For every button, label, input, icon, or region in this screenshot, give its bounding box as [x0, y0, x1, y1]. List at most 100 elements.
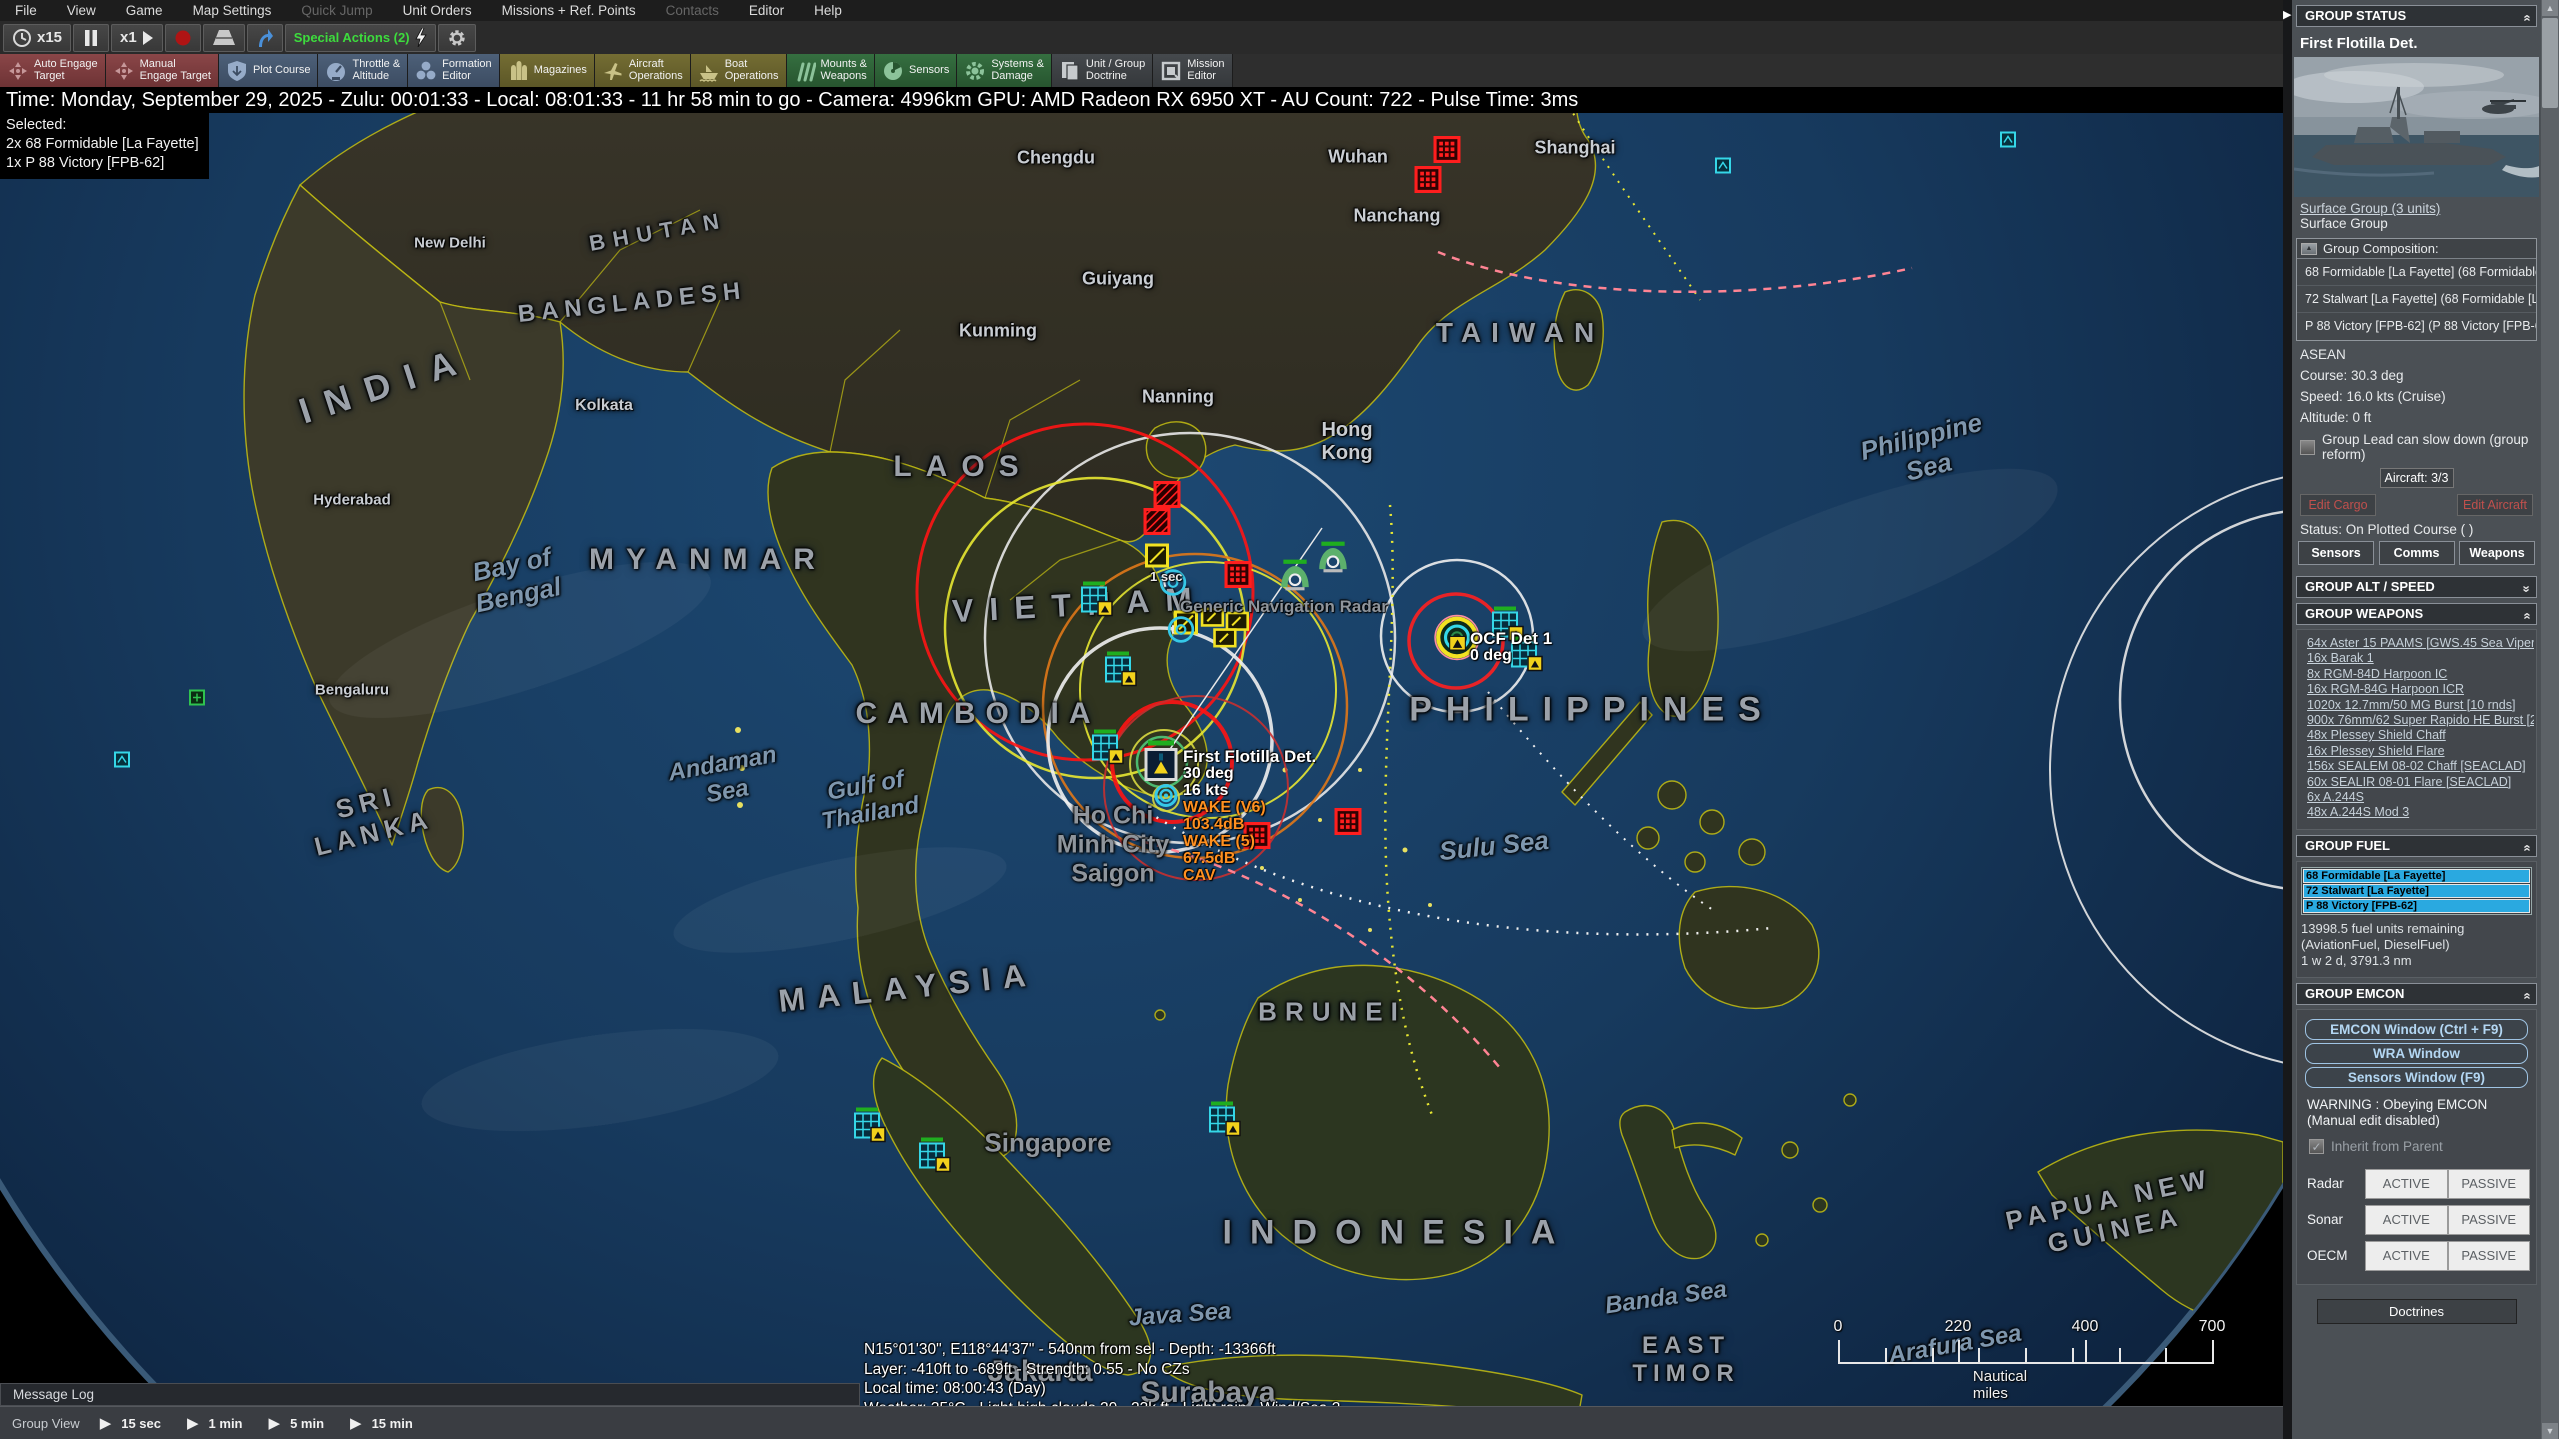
emcon-passive-button[interactable]: PASSIVE — [2448, 1241, 2530, 1271]
formation-editor-button[interactable]: Formation Editor — [408, 54, 500, 87]
tab-sensors-button[interactable]: Sensors — [2298, 541, 2374, 565]
scrollbar-thumb[interactable] — [2542, 18, 2558, 108]
section-header-group-alt-speed[interactable]: GROUP ALT / SPEED» — [2296, 576, 2537, 598]
play-triangle-icon[interactable]: ▶ — [100, 1414, 112, 1432]
small-contact[interactable] — [2000, 132, 2016, 153]
pause-button[interactable] — [73, 24, 109, 52]
weapon-link[interactable]: 1020x 12.7mm/50 MG Burst [10 rnds] — [2307, 698, 2534, 713]
menu-unit-orders[interactable]: Unit Orders — [388, 0, 487, 21]
chevron-down-icon[interactable]: » — [2516, 585, 2536, 592]
small-contact[interactable] — [114, 752, 130, 773]
collapse-arrow-icon[interactable]: ▲ — [2301, 243, 2317, 255]
radar-contact[interactable] — [1167, 616, 1195, 649]
mission-editor-button[interactable]: Mission Editor — [1153, 54, 1232, 87]
menu-map-settings[interactable]: Map Settings — [178, 0, 287, 21]
systems-damage-button[interactable]: Systems & Damage — [957, 54, 1052, 87]
facility[interactable] — [1105, 652, 1137, 693]
tab-weapons-button[interactable]: Weapons — [2459, 541, 2535, 565]
play-triangle-icon[interactable]: ▶ — [350, 1414, 362, 1432]
section-header-group-status[interactable]: GROUP STATUS» — [2296, 5, 2537, 27]
sidebar-expand-icon[interactable]: ▶ — [2283, 8, 2291, 21]
inherit-checkbox[interactable]: ✓ — [2309, 1139, 2324, 1154]
helicopter-contact[interactable] — [1315, 542, 1351, 579]
facility[interactable] — [1081, 582, 1113, 623]
facility[interactable] — [1092, 730, 1124, 771]
view-stage-button[interactable] — [203, 24, 245, 52]
menu-help[interactable]: Help — [799, 0, 857, 21]
menu-missions-ref-points[interactable]: Missions + Ref. Points — [487, 0, 651, 21]
facility[interactable] — [1209, 1102, 1241, 1143]
weapon-link[interactable]: 6x A.244S — [2307, 790, 2534, 805]
plot-course-button[interactable]: Plot Course — [219, 54, 318, 87]
menu-editor[interactable]: Editor — [734, 0, 799, 21]
chevron-up-icon[interactable]: » — [2516, 844, 2536, 851]
record-button[interactable] — [165, 24, 201, 52]
unit-group-doctrine-button[interactable]: Unit / Group Doctrine — [1052, 54, 1153, 87]
scroll-up-icon[interactable]: ▲ — [2542, 0, 2558, 16]
manual-engage-target-button[interactable]: Manual Engage Target — [106, 54, 219, 87]
special-actions-button[interactable]: Special Actions (2) — [285, 24, 436, 52]
facility[interactable] — [919, 1138, 951, 1179]
weapon-link[interactable]: 900x 76mm/62 Super Rapido HE Burst [2 rn — [2307, 713, 2534, 728]
weapon-link[interactable]: 16x RGM-84G Harpoon ICR — [2307, 682, 2534, 697]
sonobuoy-contact[interactable] — [1151, 781, 1181, 816]
edit-aircraft-button[interactable]: Edit Aircraft — [2457, 494, 2533, 516]
emcon-window-ctrl-f9--button[interactable]: EMCON Window (Ctrl + F9) — [2305, 1019, 2528, 1040]
message-log-bar[interactable]: Message Log — [0, 1383, 860, 1406]
facility[interactable] — [854, 1108, 886, 1149]
weapon-link[interactable]: 60x SEALIR 08-01 Flare [SEACLAD] — [2307, 775, 2534, 790]
menu-game[interactable]: Game — [111, 0, 178, 21]
time-step-15-sec[interactable]: ▶15 sec — [100, 1414, 161, 1432]
play-triangle-icon[interactable]: ▶ — [269, 1414, 281, 1432]
aircraft-operations-button[interactable]: Aircraft Operations — [595, 54, 691, 87]
menu-view[interactable]: View — [52, 0, 111, 21]
map-viewport[interactable]: INDIABHUTANBANGLADESHMYANMARLAOSVIETNAMC… — [0, 0, 2283, 1439]
emcon-active-button[interactable]: ACTIVE — [2365, 1169, 2447, 1199]
settings-button[interactable] — [438, 24, 476, 52]
small-contact[interactable] — [1715, 158, 1731, 179]
hostile-contact[interactable] — [1415, 166, 1442, 198]
section-header-group-weapons[interactable]: GROUP WEAPONS» — [2296, 603, 2537, 625]
time-step-5-min[interactable]: ▶5 min — [269, 1414, 325, 1432]
fuel-ship-bar[interactable]: P 88 Victory [FPB-62] — [2303, 899, 2530, 913]
tab-comms-button[interactable]: Comms — [2379, 541, 2455, 565]
sidebar-scrollbar[interactable]: ▲ ▼ — [2541, 0, 2559, 1439]
sensors-button[interactable]: Sensors — [875, 54, 957, 87]
emcon-active-button[interactable]: ACTIVE — [2365, 1205, 2447, 1235]
hostile-contact[interactable] — [1225, 561, 1252, 593]
edit-cargo-button[interactable]: Edit Cargo — [2300, 494, 2376, 516]
emcon-active-button[interactable]: ACTIVE — [2365, 1241, 2447, 1271]
aircraft-count-button[interactable]: Aircraft: 3/3 — [2380, 468, 2454, 488]
group-link[interactable]: Surface Group (3 units) — [2292, 199, 2541, 216]
hostile-contact[interactable] — [1335, 808, 1362, 840]
composition-item[interactable]: 72 Stalwart [La Fayette] (68 Formidable … — [2297, 286, 2536, 313]
emcon-passive-button[interactable]: PASSIVE — [2448, 1205, 2530, 1235]
step-forward-button[interactable]: x1 — [111, 24, 163, 52]
time-step-1-min[interactable]: ▶1 min — [187, 1414, 243, 1432]
fuel-ship-bar[interactable]: 68 Formidable [La Fayette] — [2303, 869, 2530, 883]
hostile-contact[interactable] — [1434, 136, 1461, 168]
fuel-ship-bar[interactable]: 72 Stalwart [La Fayette] — [2303, 884, 2530, 898]
weapon-link[interactable]: 16x Plessey Shield Flare — [2307, 744, 2534, 759]
weapon-link[interactable]: 48x Plessey Shield Chaff — [2307, 728, 2534, 743]
chevron-up-icon[interactable]: » — [2516, 612, 2536, 619]
composition-item[interactable]: P 88 Victory [FPB-62] (P 88 Victory [FPB… — [2297, 313, 2536, 340]
time-step-15-min[interactable]: ▶15 min — [350, 1414, 413, 1432]
wra-window-button[interactable]: WRA Window — [2305, 1043, 2528, 1064]
boat-operations-button[interactable]: Boat Operations — [691, 54, 787, 87]
emcon-passive-button[interactable]: PASSIVE — [2448, 1169, 2530, 1199]
chevron-up-icon[interactable]: » — [2516, 992, 2536, 999]
time-compression-button[interactable]: x15 — [3, 24, 71, 52]
weapon-link[interactable]: 48x A.244S Mod 3 — [2307, 805, 2534, 820]
section-header-group-fuel[interactable]: GROUP FUEL» — [2296, 835, 2537, 857]
group-lead-checkbox[interactable] — [2300, 440, 2315, 455]
small-contact[interactable] — [189, 690, 205, 711]
throttle-altitude-button[interactable]: Throttle & Altitude — [318, 54, 408, 87]
chevron-up-icon[interactable]: » — [2516, 14, 2536, 21]
mounts-weapons-button[interactable]: Mounts & Weapons — [787, 54, 875, 87]
play-triangle-icon[interactable]: ▶ — [187, 1414, 199, 1432]
magazines-button[interactable]: Magazines — [500, 54, 595, 87]
weapon-link[interactable]: 156x SEALEM 08-02 Chaff [SEACLAD] — [2307, 759, 2534, 774]
weapon-link[interactable]: 16x Barak 1 — [2307, 651, 2534, 666]
helicopter-contact[interactable] — [1277, 560, 1313, 597]
